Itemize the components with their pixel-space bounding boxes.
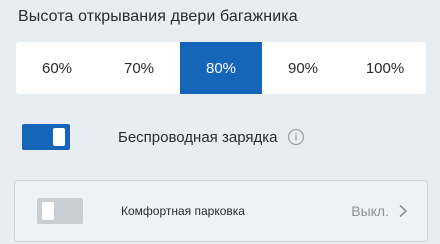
wireless-charging-label: Беспроводная зарядка: [118, 128, 278, 146]
comfort-parking-label: Комфортная парковка: [121, 204, 245, 218]
tailgate-option-100[interactable]: 100%: [344, 42, 426, 94]
toggle-knob: [53, 128, 65, 146]
toggle-knob: [42, 202, 54, 220]
tailgate-option-80[interactable]: 80%: [180, 42, 262, 94]
wireless-charging-row: Беспроводная зарядка: [22, 122, 422, 152]
comfort-parking-status: Выкл.: [351, 203, 389, 219]
info-icon[interactable]: [287, 128, 305, 146]
chevron-right-icon[interactable]: [397, 204, 409, 218]
tailgate-height-title: Высота открывания двери багажника: [18, 8, 298, 25]
comfort-parking-toggle[interactable]: [37, 198, 83, 224]
tailgate-height-selector: 60% 70% 80% 90% 100%: [16, 42, 426, 94]
tailgate-option-60[interactable]: 60%: [16, 42, 98, 94]
tailgate-option-90[interactable]: 90%: [262, 42, 344, 94]
comfort-parking-card[interactable]: Комфортная парковка Выкл.: [14, 180, 428, 242]
tailgate-option-70[interactable]: 70%: [98, 42, 180, 94]
wireless-charging-toggle[interactable]: [22, 124, 70, 150]
